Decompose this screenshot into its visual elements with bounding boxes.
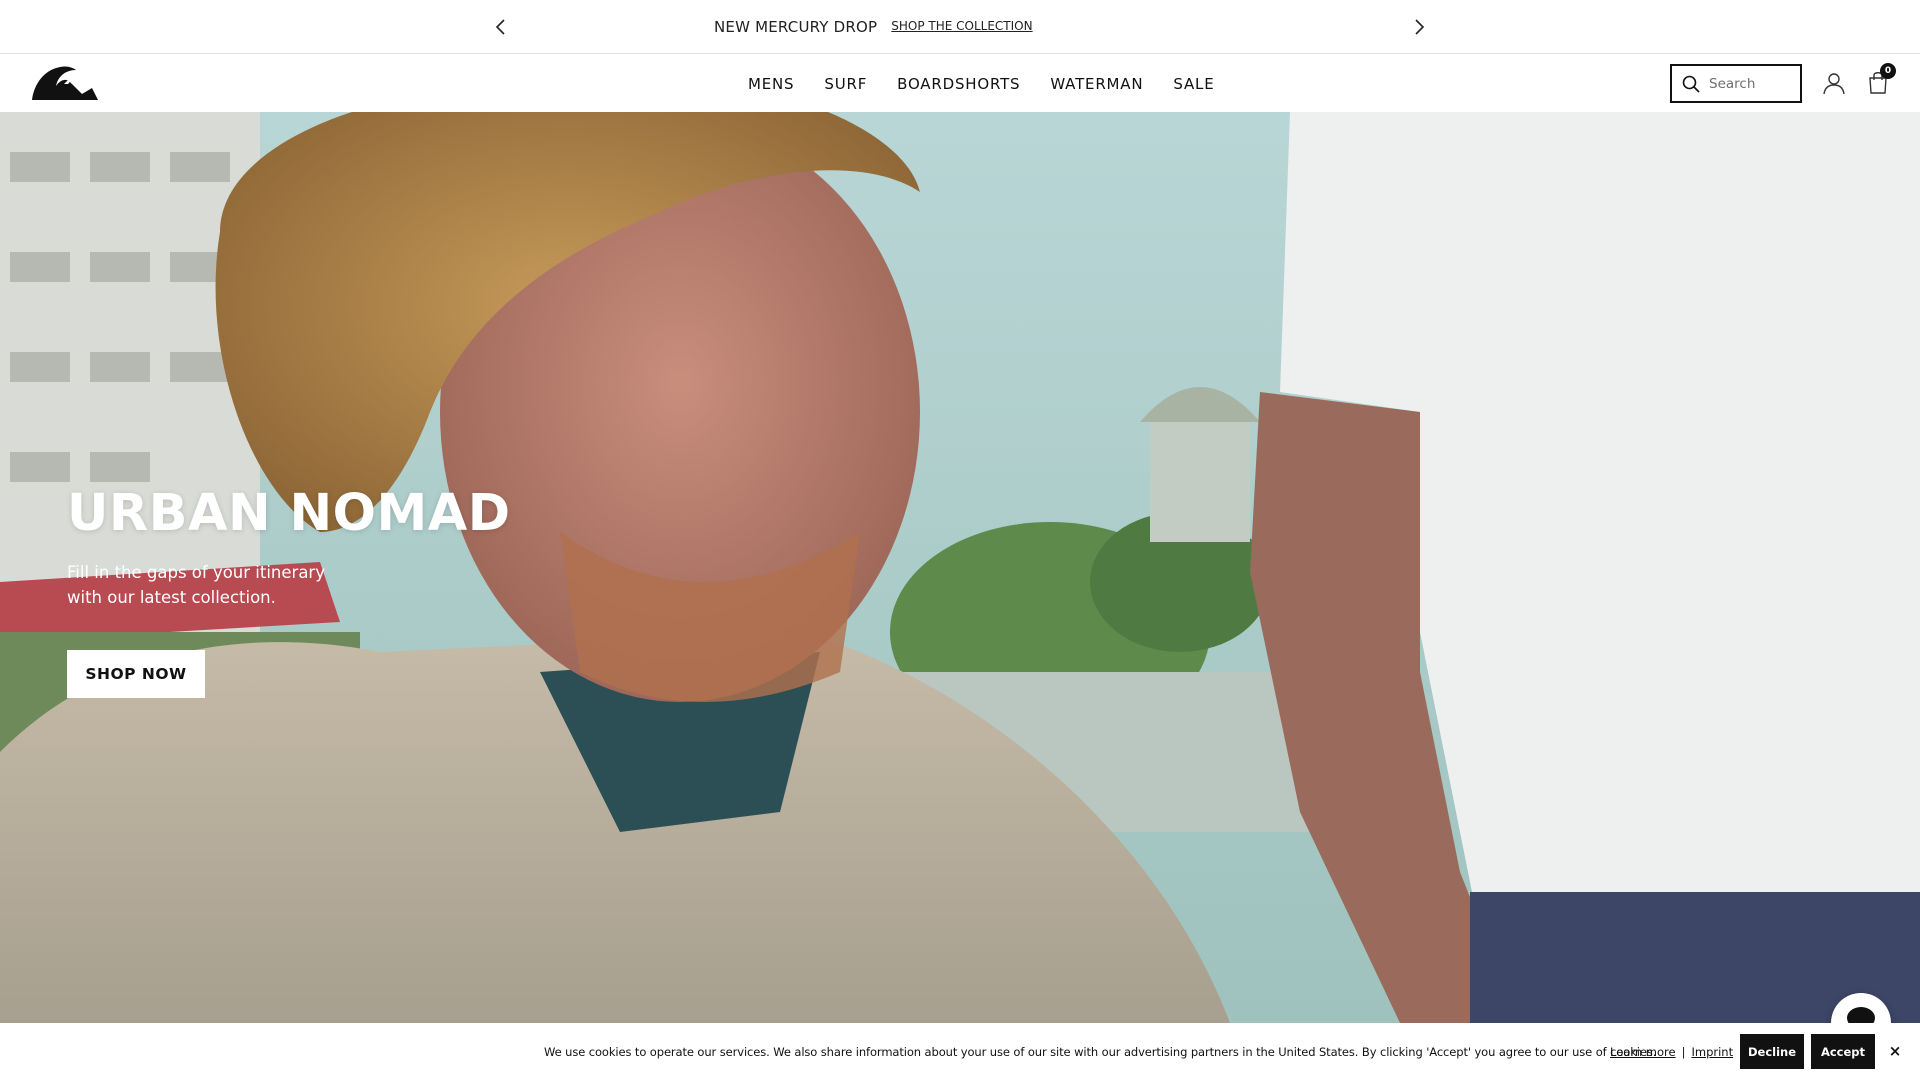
- cookie-links: Learn more | Imprint: [1610, 1023, 1733, 1080]
- announcement-message: NEW MERCURY DROP SHOP THE COLLECTION: [714, 0, 1033, 54]
- shop-now-button[interactable]: SHOP NOW: [67, 650, 205, 698]
- cookie-banner: We use cookies to operate our services. …: [0, 1023, 1920, 1080]
- cart-count-badge: 0: [1880, 63, 1896, 79]
- search-input[interactable]: [1709, 75, 1799, 92]
- hero-title: URBAN NOMAD: [67, 484, 511, 543]
- search-icon: [1682, 75, 1700, 93]
- main-nav: MENS SURF BOARDSHORTS WATERMAN SALE: [733, 55, 1229, 112]
- chevron-right-icon[interactable]: [1406, 14, 1432, 40]
- hero-subtitle: Fill in the gaps of your itinerary with …: [67, 563, 325, 607]
- quiksilver-logo[interactable]: [30, 64, 98, 102]
- nav-item-waterman[interactable]: WATERMAN: [1035, 75, 1158, 93]
- bag-icon[interactable]: 0: [1865, 63, 1896, 95]
- nav-item-boardshorts[interactable]: BOARDSHORTS: [882, 75, 1035, 93]
- announcement-bar: NEW MERCURY DROP SHOP THE COLLECTION: [0, 0, 1920, 54]
- nav-item-sale[interactable]: SALE: [1158, 75, 1229, 93]
- search-box[interactable]: [1670, 64, 1802, 103]
- accept-button[interactable]: Accept: [1811, 1034, 1875, 1069]
- nav-item-mens[interactable]: MENS: [733, 75, 809, 93]
- shop-collection-link[interactable]: SHOP THE COLLECTION: [891, 19, 1032, 33]
- chevron-left-icon[interactable]: [488, 14, 514, 40]
- imprint-link[interactable]: Imprint: [1691, 1045, 1733, 1059]
- close-icon[interactable]: ×: [1888, 1041, 1902, 1061]
- site-header: MENS SURF BOARDSHORTS WATERMAN SALE 0: [0, 55, 1920, 112]
- learn-more-link[interactable]: Learn more: [1610, 1045, 1676, 1059]
- nav-item-surf[interactable]: SURF: [809, 75, 882, 93]
- link-separator: |: [1681, 1044, 1686, 1059]
- announcement-text: NEW MERCURY DROP: [714, 18, 878, 36]
- cookie-text: We use cookies to operate our services. …: [544, 1044, 1657, 1059]
- hero-banner: URBAN NOMAD Fill in the gaps of your iti…: [0, 112, 1920, 1023]
- decline-button[interactable]: Decline: [1740, 1034, 1804, 1069]
- user-icon[interactable]: [1821, 70, 1847, 96]
